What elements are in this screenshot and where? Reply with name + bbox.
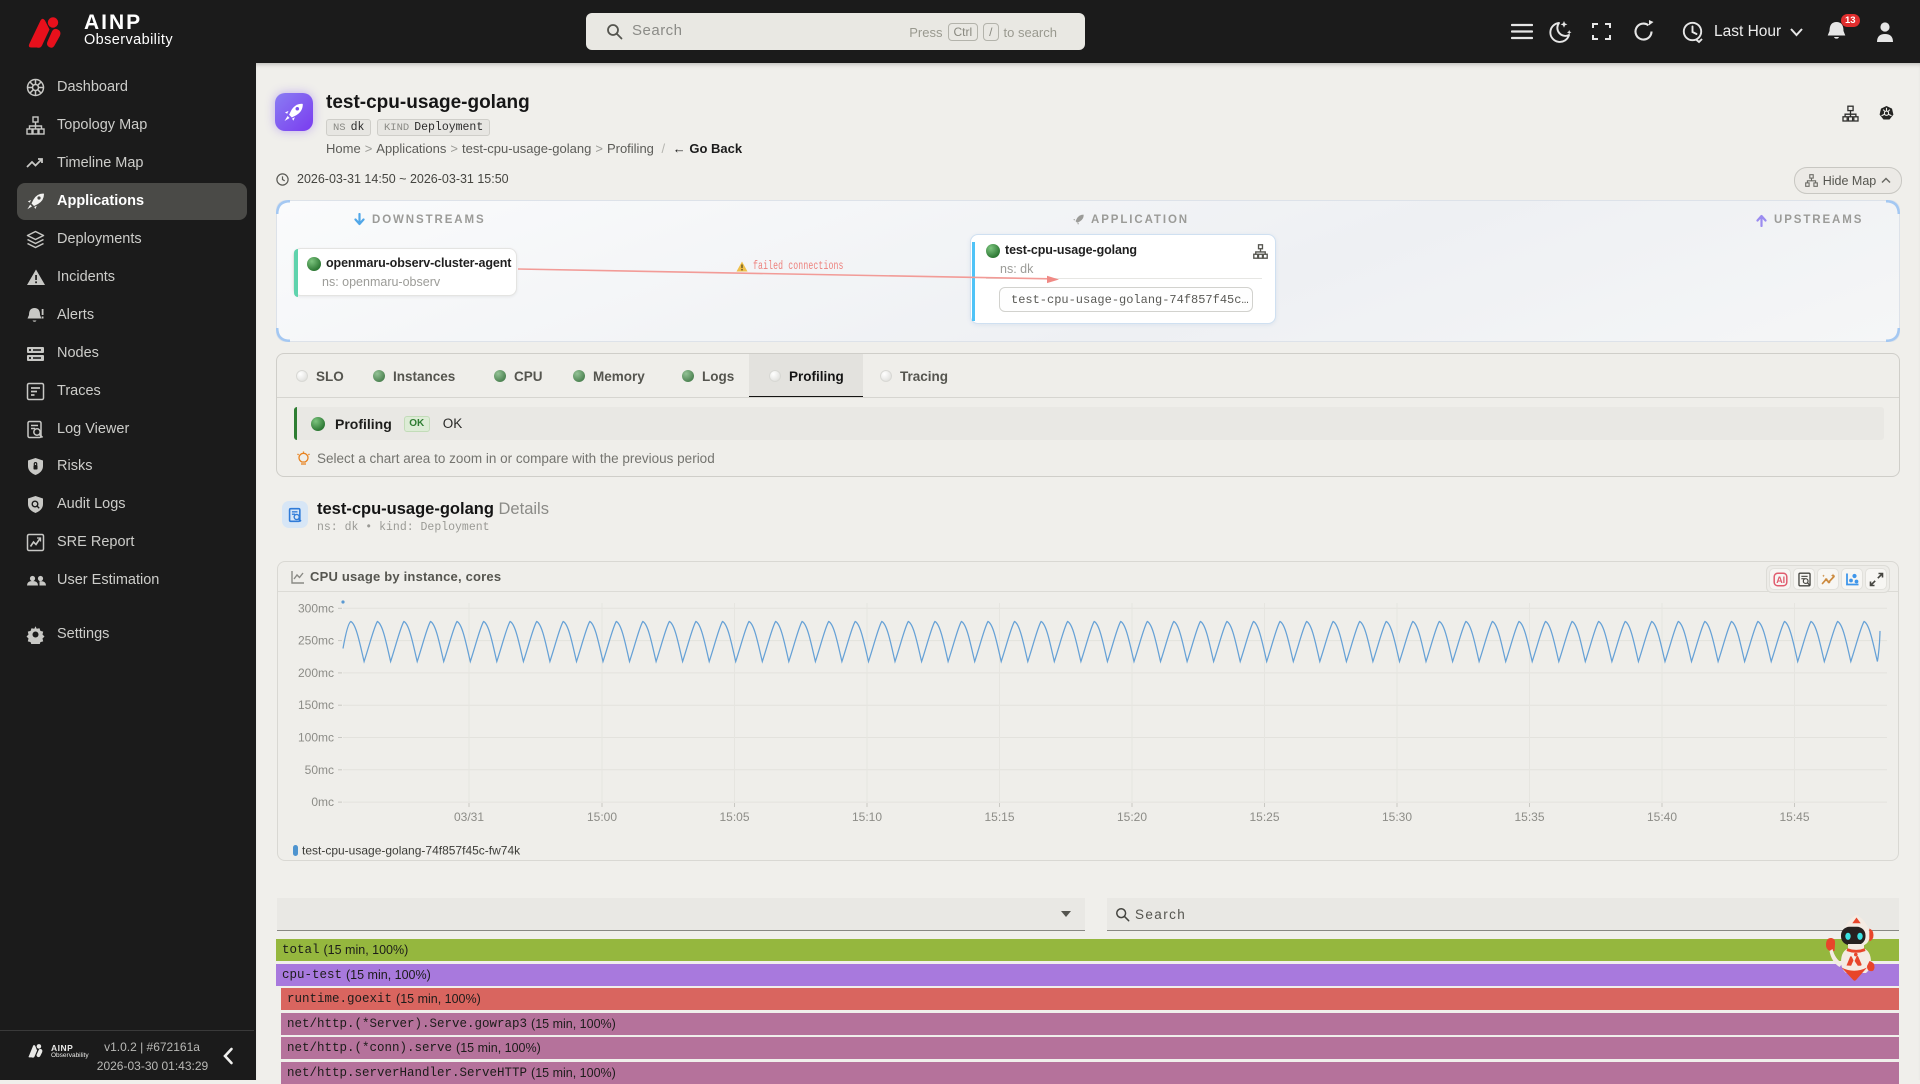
svg-text:15:40: 15:40 [1647, 810, 1677, 824]
svg-text:15:00: 15:00 [587, 810, 617, 824]
svg-text:15:20: 15:20 [1117, 810, 1147, 824]
svg-text:03/31: 03/31 [454, 810, 484, 824]
svg-text:15:30: 15:30 [1382, 810, 1412, 824]
svg-text:AI: AI [1776, 575, 1785, 585]
svg-text:0mc: 0mc [311, 795, 334, 809]
svg-text:test-cpu-usage-golang-74f857f4: test-cpu-usage-golang-74f857f45c-fw74k [302, 844, 521, 858]
svg-text:15:15: 15:15 [984, 810, 1014, 824]
svg-text:250mc: 250mc [298, 634, 334, 648]
svg-text:150mc: 150mc [298, 698, 334, 712]
svg-text:15:25: 15:25 [1249, 810, 1279, 824]
svg-text:15:10: 15:10 [852, 810, 882, 824]
svg-text:15:35: 15:35 [1514, 810, 1544, 824]
svg-text:200mc: 200mc [298, 666, 334, 680]
svg-text:15:05: 15:05 [719, 810, 749, 824]
svg-text:100mc: 100mc [298, 731, 334, 745]
svg-text:50mc: 50mc [305, 763, 334, 777]
svg-text:15:45: 15:45 [1779, 810, 1809, 824]
svg-text:300mc: 300mc [298, 601, 334, 615]
